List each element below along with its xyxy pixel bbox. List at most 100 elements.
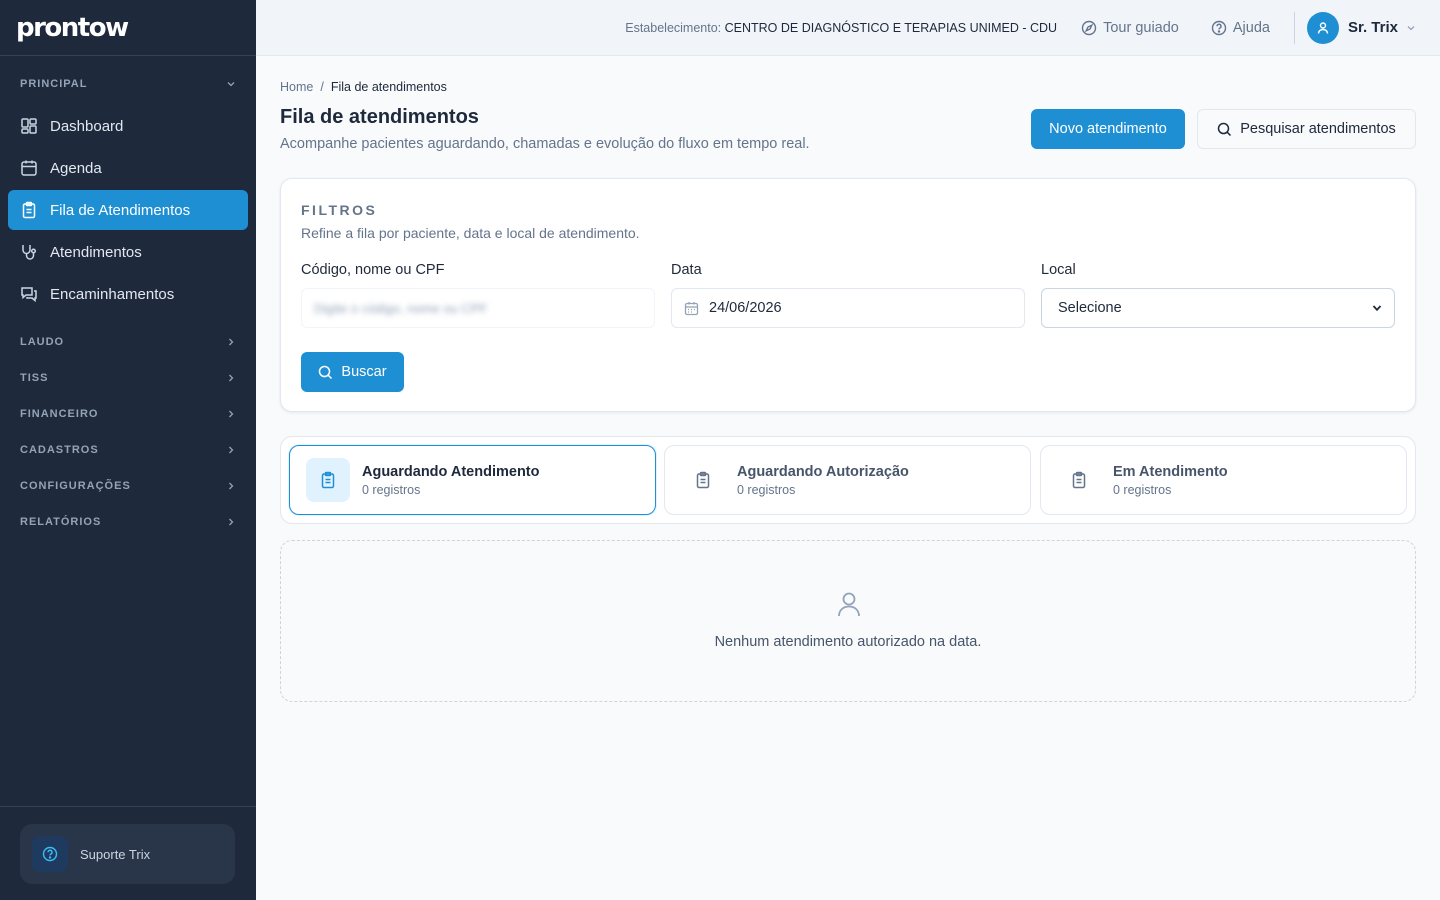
user-name: Sr. Trix — [1347, 19, 1398, 36]
chevron-right-icon — [229, 338, 234, 346]
section-configuracoes[interactable]: CONFIGURAÇÕES — [0, 468, 256, 504]
chevron-right-icon — [229, 374, 234, 382]
help-icon — [32, 836, 68, 872]
help-button[interactable]: Ajuda — [1211, 20, 1270, 36]
search-icon — [1217, 122, 1232, 136]
chevron-right-icon — [229, 518, 234, 526]
tab-title: Aguardando Autorização — [737, 463, 909, 480]
section-cadastros[interactable]: CADASTROS — [0, 432, 256, 468]
section-relatorios[interactable]: RELATÓRIOS — [0, 504, 256, 540]
clipboard-icon — [681, 458, 725, 502]
filters-description: Refine a fila por paciente, data e local… — [301, 225, 640, 241]
clipboard-icon — [22, 201, 36, 219]
tab-aguardando-autorizacao[interactable]: Aguardando Autorização 0 registros — [664, 445, 1031, 515]
user-icon — [1317, 21, 1329, 34]
page-title: Fila de atendimentos — [280, 106, 479, 128]
tab-count: 0 registros — [737, 482, 796, 497]
section-label: LAUDO — [20, 336, 65, 348]
breadcrumb-current: Fila de atendimentos — [330, 80, 447, 94]
breadcrumb: Home / Fila de atendimentos — [280, 80, 447, 94]
code-input-placeholder: Digite o código, nome ou CPF — [314, 300, 488, 316]
user-menu[interactable]: Sr. Trix — [1306, 11, 1416, 44]
section-financeiro[interactable]: FINANCEIRO — [0, 396, 256, 432]
tab-aguardando-atendimento[interactable]: Aguardando Atendimento 0 registros — [289, 445, 656, 515]
section-label: CONFIGURAÇÕES — [20, 480, 131, 492]
date-label: Data — [671, 262, 702, 278]
header-divider — [1293, 11, 1295, 44]
sidebar-item-label: Dashboard — [50, 117, 124, 135]
search-button-label: Buscar — [341, 364, 387, 380]
filters-heading: FILTROS — [301, 202, 378, 218]
sidebar-item-encaminhamentos[interactable]: Encaminhamentos — [8, 274, 248, 314]
help-icon — [1211, 20, 1227, 35]
breadcrumb-separator: / — [320, 80, 324, 94]
chevron-down-icon — [1372, 305, 1382, 312]
chevron-down-icon — [227, 82, 235, 87]
tour-button[interactable]: Tour guiado — [1081, 20, 1179, 36]
search-attendances-button[interactable]: Pesquisar atendimentos — [1197, 109, 1416, 149]
support-button[interactable]: Suporte Trix — [20, 824, 235, 884]
sidebar-footer: Suporte Trix — [0, 806, 256, 900]
avatar — [1306, 11, 1339, 44]
chevron-right-icon — [229, 446, 234, 454]
sidebar-item-label: Encaminhamentos — [50, 285, 175, 303]
stethoscope-icon — [22, 245, 37, 260]
calendar-icon — [21, 160, 37, 176]
establishment-label: Estabelecimento: — [625, 20, 722, 35]
code-label: Código, nome ou CPF — [301, 262, 445, 278]
section-principal-label: PRINCIPAL — [20, 78, 88, 90]
code-name-cpf-input[interactable]: Digite o código, nome ou CPF — [301, 288, 655, 328]
sidebar: prontow PRINCIPAL Dashboard Agenda Fila … — [0, 0, 256, 900]
page-subtitle: Acompanhe pacientes aguardando, chamadas… — [280, 136, 810, 152]
chat-icon — [21, 287, 37, 303]
new-attendance-button[interactable]: Novo atendimento — [1031, 109, 1185, 149]
sidebar-item-dashboard[interactable]: Dashboard — [8, 106, 248, 146]
section-label: RELATÓRIOS — [20, 516, 102, 528]
support-label: Suporte Trix — [80, 846, 151, 862]
search-icon — [319, 365, 333, 379]
section-label: TISS — [20, 372, 49, 384]
tab-count: 0 registros — [362, 482, 421, 497]
section-laudo[interactable]: LAUDO — [0, 324, 256, 360]
search-attendances-label: Pesquisar atendimentos — [1240, 121, 1396, 137]
chevron-right-icon — [229, 410, 234, 418]
section-label: FINANCEIRO — [20, 408, 99, 420]
top-header: Estabelecimento: CENTRO DE DIAGNÓSTICO E… — [256, 0, 1440, 56]
establishment-name: CENTRO DE DIAGNÓSTICO E TERAPIAS UNIMED … — [724, 20, 1058, 35]
sidebar-item-fila-de-atendimentos[interactable]: Fila de Atendimentos — [8, 190, 248, 230]
queue-tabs: Aguardando Atendimento 0 registros Aguar… — [280, 436, 1416, 524]
local-selected-value: Selecione — [1058, 300, 1122, 316]
tab-title: Em Atendimento — [1113, 463, 1228, 480]
clipboard-icon — [306, 458, 350, 502]
chevron-down-icon — [1407, 25, 1415, 30]
tab-title: Aguardando Atendimento — [362, 463, 540, 480]
empty-state: Nenhum atendimento autorizado na data. — [280, 540, 1416, 702]
chevron-right-icon — [229, 482, 234, 490]
user-icon — [838, 592, 860, 617]
tab-count: 0 registros — [1113, 482, 1172, 497]
establishment-info: Estabelecimento: CENTRO DE DIAGNÓSTICO E… — [625, 21, 1057, 35]
section-label: CADASTROS — [20, 444, 99, 456]
local-select[interactable]: Selecione — [1041, 288, 1395, 328]
section-principal[interactable]: PRINCIPAL — [0, 66, 256, 102]
dashboard-icon — [21, 118, 37, 134]
search-button[interactable]: Buscar — [301, 352, 404, 392]
date-input[interactable]: 24/06/2026 — [671, 288, 1025, 328]
compass-icon — [1081, 20, 1097, 35]
logo-area: prontow — [0, 0, 256, 56]
date-value: 24/06/2026 — [709, 300, 782, 316]
section-tiss[interactable]: TISS — [0, 360, 256, 396]
sidebar-item-agenda[interactable]: Agenda — [8, 148, 248, 188]
sidebar-item-label: Atendimentos — [50, 243, 142, 261]
empty-state-message: Nenhum atendimento autorizado na data. — [714, 634, 982, 650]
app-logo[interactable]: prontow — [16, 13, 129, 43]
tour-label: Tour guiado — [1103, 19, 1179, 36]
tab-em-atendimento[interactable]: Em Atendimento 0 registros — [1040, 445, 1407, 515]
clipboard-icon — [1057, 458, 1101, 502]
breadcrumb-home[interactable]: Home — [280, 80, 313, 94]
sidebar-item-atendimentos[interactable]: Atendimentos — [8, 232, 248, 272]
calendar-icon — [684, 301, 699, 315]
help-label: Ajuda — [1232, 19, 1270, 36]
sidebar-item-label: Fila de Atendimentos — [50, 201, 191, 219]
sidebar-item-label: Agenda — [50, 159, 102, 177]
